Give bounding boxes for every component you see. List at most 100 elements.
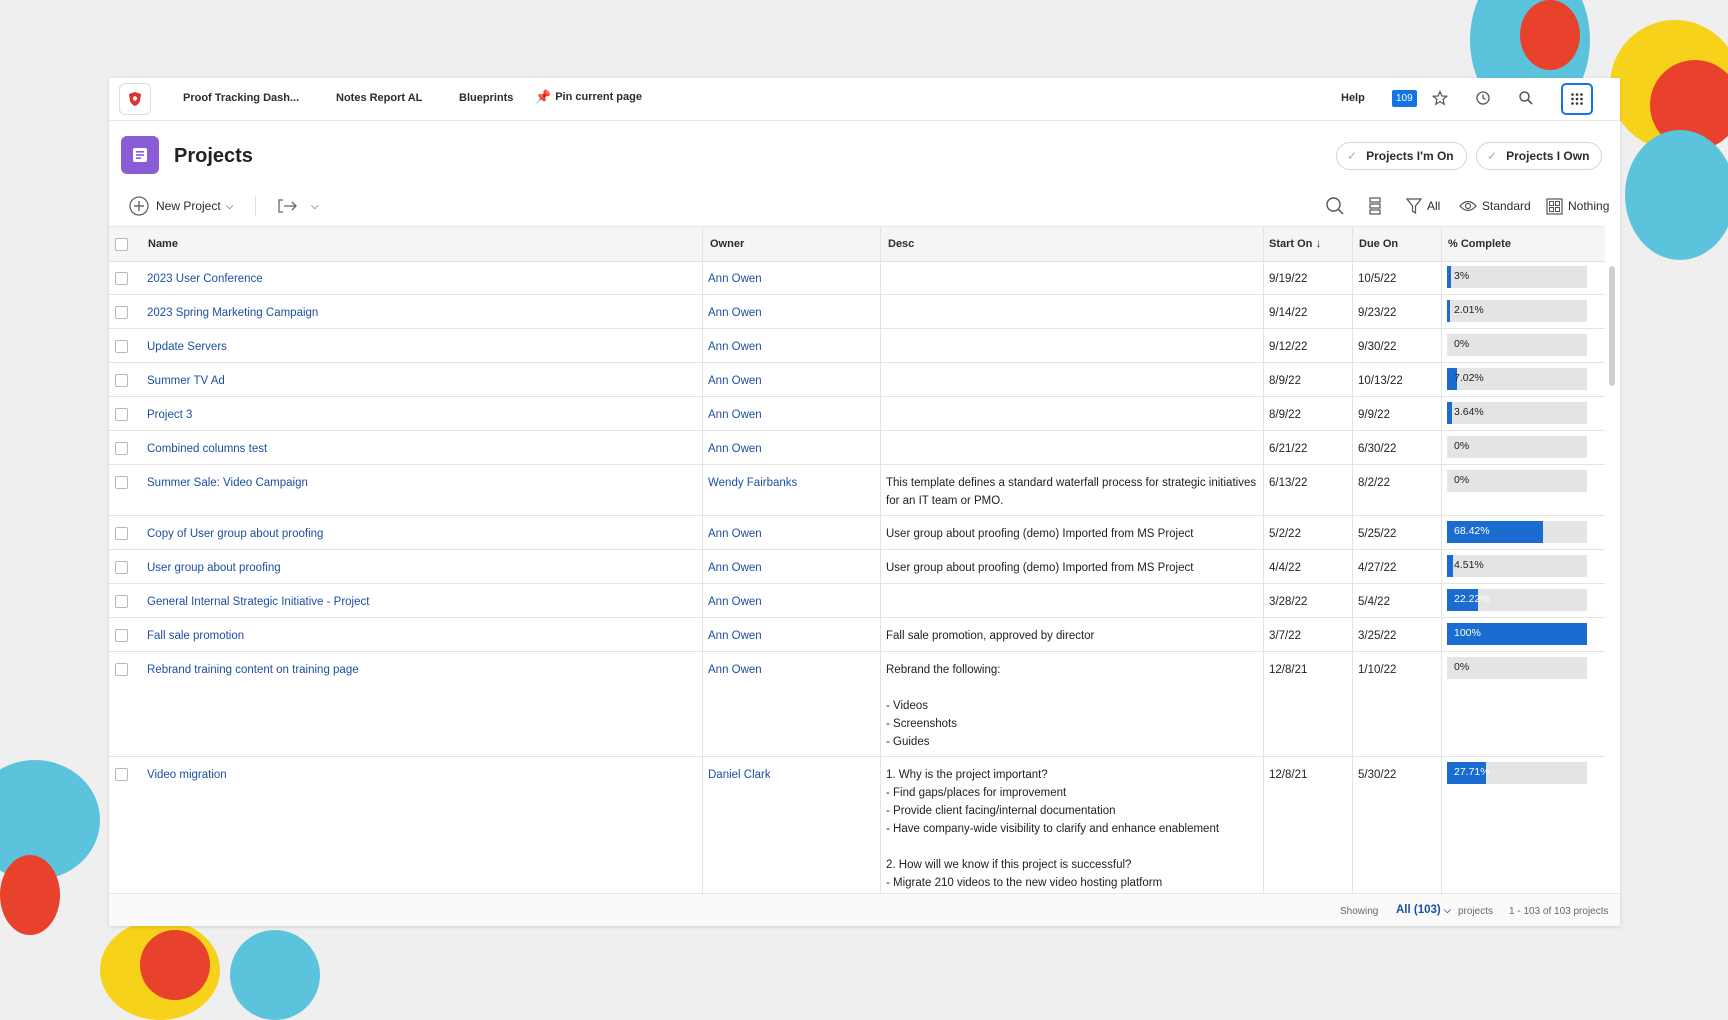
row-checkbox[interactable]: [115, 561, 128, 574]
search-icon[interactable]: [1515, 87, 1537, 109]
project-name-link[interactable]: Copy of User group about proofing: [147, 516, 696, 543]
name-cell: 2023 Spring Marketing Campaign: [147, 295, 696, 328]
workfront-logo[interactable]: [119, 83, 151, 115]
column-header-percent-complete[interactable]: % Complete: [1448, 238, 1511, 250]
row-checkbox[interactable]: [115, 527, 128, 540]
owner-link[interactable]: Ann Owen: [708, 584, 874, 611]
row-checkbox[interactable]: [115, 272, 128, 285]
column-header-desc[interactable]: Desc: [888, 238, 914, 250]
project-name-link[interactable]: Video migration: [147, 757, 696, 784]
project-name-link[interactable]: Summer Sale: Video Campaign: [147, 465, 696, 492]
notifications-badge[interactable]: 109: [1392, 88, 1417, 107]
row-checkbox[interactable]: [115, 629, 128, 642]
row-checkbox[interactable]: [115, 408, 128, 421]
owner-link[interactable]: Ann Owen: [708, 363, 874, 390]
row-checkbox[interactable]: [115, 306, 128, 319]
table-row[interactable]: 2023 Spring Marketing Campaign Ann Owen 9/…: [109, 295, 1605, 329]
column-header-due-on[interactable]: Due On: [1359, 238, 1398, 250]
pin-current-page-button[interactable]: 📌 Pin current page: [535, 89, 642, 105]
progress-bar: 3.64%: [1447, 402, 1587, 424]
list-toolbar: New Project ⌵ ⌵ All Standard Nothing: [109, 188, 1620, 224]
project-name-link[interactable]: Rebrand training content on training pag…: [147, 652, 696, 679]
table-row[interactable]: Rebrand training content on training pag…: [109, 652, 1605, 757]
app-menu-grid-icon[interactable]: [1561, 83, 1593, 115]
row-checkbox[interactable]: [115, 340, 128, 353]
owner-link[interactable]: Ann Owen: [708, 618, 874, 645]
project-name-link[interactable]: User group about proofing: [147, 550, 696, 577]
percent-complete-cell: 3%: [1441, 261, 1593, 294]
table-row[interactable]: Combined columns test Ann Owen 6/21/22 6/30…: [109, 431, 1605, 465]
project-description: [886, 295, 1257, 304]
row-checkbox[interactable]: [115, 442, 128, 455]
export-icon: [277, 198, 299, 214]
decorative-blob: [1520, 0, 1580, 70]
pin-label: Pin current page: [555, 91, 642, 103]
help-link[interactable]: Help: [1341, 92, 1365, 104]
settings-columns-button[interactable]: [1367, 188, 1383, 224]
project-name-link[interactable]: Update Servers: [147, 329, 696, 356]
owner-link[interactable]: Ann Owen: [708, 516, 874, 543]
export-button[interactable]: ⌵: [277, 188, 319, 224]
view-standard-button[interactable]: Standard: [1459, 188, 1531, 224]
project-description: User group about proofing (demo) Importe…: [886, 562, 1194, 574]
table-row[interactable]: Fall sale promotion Ann Owen Fall sale pro…: [109, 618, 1605, 652]
column-header-owner[interactable]: Owner: [710, 238, 744, 250]
nav-link-proof-tracking[interactable]: Proof Tracking Dash...: [183, 92, 299, 104]
project-name-link[interactable]: Summer TV Ad: [147, 363, 696, 390]
project-name-link[interactable]: General Internal Strategic Initiative - …: [147, 584, 696, 611]
table-row[interactable]: User group about proofing Ann Owen User gr…: [109, 550, 1605, 584]
table-row[interactable]: Video migration Daniel Clark 1. Why is the…: [109, 757, 1605, 893]
row-checkbox[interactable]: [115, 663, 128, 676]
percent-complete-cell: 22.22%: [1441, 584, 1593, 617]
row-checkbox-cell: [109, 550, 129, 583]
project-name-link[interactable]: Fall sale promotion: [147, 618, 696, 645]
new-project-button[interactable]: New Project ⌵: [129, 188, 233, 224]
page-size-select[interactable]: All (103) ⌵: [1396, 904, 1451, 916]
project-name-link[interactable]: Combined columns test: [147, 431, 696, 458]
owner-link[interactable]: Ann Owen: [708, 550, 874, 577]
project-name-link[interactable]: 2023 Spring Marketing Campaign: [147, 295, 696, 322]
filter-projects-im-on[interactable]: ✓ Projects I'm On: [1336, 142, 1467, 170]
project-name-link[interactable]: Project 3: [147, 397, 696, 424]
row-checkbox[interactable]: [115, 768, 128, 781]
project-description: [886, 261, 1257, 270]
owner-link[interactable]: Ann Owen: [708, 261, 874, 288]
row-checkbox[interactable]: [115, 595, 128, 608]
recents-icon[interactable]: [1472, 87, 1494, 109]
row-checkbox-cell: [109, 584, 129, 617]
select-all-checkbox[interactable]: [115, 238, 128, 251]
due-date: 8/2/22: [1358, 477, 1390, 489]
footer-range-label: 1 - 103 of 103 projects: [1509, 906, 1609, 917]
name-cell: Update Servers: [147, 329, 696, 362]
table-row[interactable]: Copy of User group about proofing Ann Owe…: [109, 516, 1605, 550]
row-checkbox[interactable]: [115, 374, 128, 387]
nav-link-blueprints[interactable]: Blueprints: [459, 92, 513, 104]
filter-projects-i-own[interactable]: ✓ Projects I Own: [1476, 142, 1603, 170]
table-row[interactable]: Summer Sale: Video Campaign Wendy Fairban…: [109, 465, 1605, 516]
vertical-scrollbar[interactable]: [1609, 266, 1615, 386]
owner-link[interactable]: Ann Owen: [708, 431, 874, 458]
star-icon[interactable]: [1429, 87, 1451, 109]
table-row[interactable]: Update Servers Ann Owen 9/12/22 9/30/22 0%: [109, 329, 1605, 363]
owner-link[interactable]: Ann Owen: [708, 329, 874, 356]
search-list-button[interactable]: [1325, 188, 1345, 224]
row-checkbox[interactable]: [115, 476, 128, 489]
owner-link[interactable]: Ann Owen: [708, 652, 874, 679]
desc-cell: User group about proofing (demo) Importe…: [886, 550, 1257, 583]
nav-link-notes-report[interactable]: Notes Report AL: [336, 92, 422, 104]
grouping-nothing-button[interactable]: Nothing: [1546, 188, 1609, 224]
table-row[interactable]: Summer TV Ad Ann Owen 8/9/22 10/13/22 7.02%: [109, 363, 1605, 397]
column-header-start-on[interactable]: Start On ↓: [1269, 238, 1321, 250]
owner-link[interactable]: Daniel Clark: [708, 757, 874, 784]
table-row[interactable]: Project 3 Ann Owen 8/9/22 9/9/22 3.64%: [109, 397, 1605, 431]
owner-link[interactable]: Ann Owen: [708, 397, 874, 424]
owner-link[interactable]: Ann Owen: [708, 295, 874, 322]
due-cell: 10/5/22: [1358, 261, 1435, 294]
owner-link[interactable]: Wendy Fairbanks: [708, 465, 874, 492]
project-name-link[interactable]: 2023 User Conference: [147, 261, 696, 288]
due-cell: 9/30/22: [1358, 329, 1435, 362]
table-row[interactable]: General Internal Strategic Initiative - …: [109, 584, 1605, 618]
table-row[interactable]: 2023 User Conference Ann Owen 9/19/22 10/5/…: [109, 261, 1605, 295]
column-header-name[interactable]: Name: [148, 238, 178, 250]
filter-all-button[interactable]: All: [1406, 188, 1440, 224]
